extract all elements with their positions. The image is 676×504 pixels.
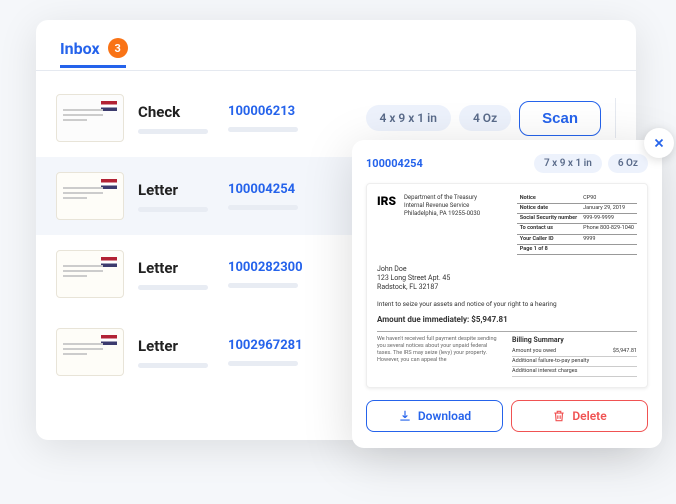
billing-row: Additional failure-to-pay penalty <box>512 357 637 367</box>
mail-type: Check <box>138 103 228 134</box>
meta-val: 999-99-9999 <box>580 214 637 224</box>
doc-body: We haven't received full payment despite… <box>377 336 502 378</box>
header: Inbox 3 <box>36 38 636 71</box>
close-button[interactable] <box>644 128 674 158</box>
mail-thumbnail <box>56 250 124 298</box>
billing-row: Amount you owed$5,947.81 <box>512 347 637 357</box>
tab-underline <box>60 65 126 68</box>
meta-key: Social Security number <box>517 214 580 224</box>
doc-amount-label: Amount due immediately: <box>377 315 469 324</box>
meta-val: CP90 <box>580 194 637 204</box>
delete-button[interactable]: Delete <box>511 400 648 432</box>
download-icon <box>398 409 412 423</box>
detail-actions: Download Delete <box>366 400 648 432</box>
doc-meta-table: NoticeCP90Notice dateJanuary 29, 2019Soc… <box>517 194 637 255</box>
dims-pill: 4 x 9 x 1 in <box>366 105 451 131</box>
delete-label: Delete <box>572 409 606 423</box>
download-button[interactable]: Download <box>366 400 503 432</box>
detail-id: 100004254 <box>366 157 528 170</box>
doc-address: John Doe 123 Long Street Apt. 45 Radstoc… <box>377 265 637 292</box>
mail-type: Letter <box>138 337 228 368</box>
tab-inbox[interactable]: Inbox <box>60 39 100 58</box>
doc-dept-line: Department of the Treasury <box>404 194 509 202</box>
scan-button[interactable]: Scan <box>519 101 601 136</box>
doc-dept-line: Internal Revenue Service <box>404 202 509 210</box>
meta-key: Your Caller ID <box>517 234 580 244</box>
billing-summary: Billing Summary Amount you owed$5,947.81… <box>512 336 637 378</box>
detail-weight: 6 Oz <box>608 154 648 173</box>
close-icon <box>652 136 666 150</box>
mail-id: 100006213 <box>228 104 338 132</box>
billing-row: Additional interest charges <box>512 367 637 377</box>
irs-logo: IRS <box>377 194 396 210</box>
document-preview: IRS Department of the Treasury Internal … <box>366 183 648 388</box>
meta-val: January 29, 2019 <box>580 204 637 214</box>
meta-key: Notice <box>517 194 580 204</box>
mail-thumbnail <box>56 328 124 376</box>
doc-dept-line: Philadelphia, PA 19255-0030 <box>404 210 509 218</box>
download-label: Download <box>418 409 471 423</box>
mail-type: Letter <box>138 259 228 290</box>
mail-id: 100004254 <box>228 182 338 210</box>
billing-title: Billing Summary <box>512 336 637 345</box>
mail-thumbnail <box>56 172 124 220</box>
mail-id: 1000282300 <box>228 260 338 288</box>
meta-key: Page 1 of 8 <box>517 244 580 254</box>
meta-key: Notice date <box>517 204 580 214</box>
mail-type: Letter <box>138 181 228 212</box>
mail-id: 1002967281 <box>228 338 338 366</box>
detail-panel: 100004254 7 x 9 x 1 in 6 Oz IRS Departme… <box>352 140 662 448</box>
weight-pill: 4 Oz <box>459 105 511 131</box>
meta-val <box>580 244 637 254</box>
detail-dims: 7 x 9 x 1 in <box>534 154 602 173</box>
meta-val: 9999 <box>580 234 637 244</box>
trash-icon <box>552 409 566 423</box>
mail-thumbnail <box>56 94 124 142</box>
doc-amount: Amount due immediately: $5,947.81 <box>377 315 637 325</box>
doc-addr-line: Radstock, FL 32187 <box>377 283 637 292</box>
divider <box>615 98 616 138</box>
doc-name: John Doe <box>377 265 637 274</box>
doc-intent: Intent to seize your assets and notice o… <box>377 300 637 308</box>
meta-val: Phone 800-829-1040 <box>580 224 637 234</box>
meta-key: To contact us <box>517 224 580 234</box>
count-badge: 3 <box>108 38 128 58</box>
doc-amount-value: $5,947.81 <box>471 315 507 324</box>
detail-header: 100004254 7 x 9 x 1 in 6 Oz <box>366 154 648 173</box>
doc-addr-line: 123 Long Street Apt. 45 <box>377 274 637 283</box>
